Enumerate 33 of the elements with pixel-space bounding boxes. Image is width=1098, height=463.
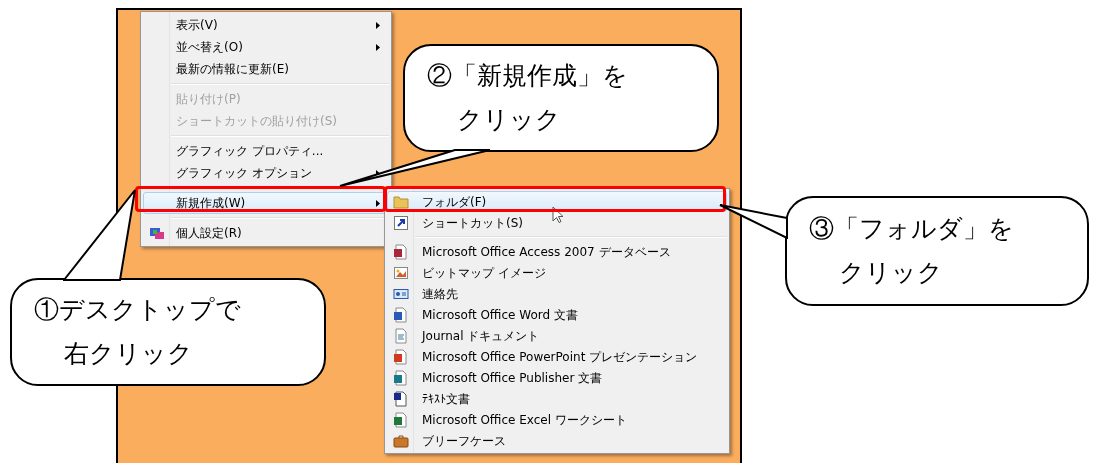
menu-item[interactable]: ﾃｷｽﾄ文書: [387, 388, 727, 409]
menu-item[interactable]: Microsoft Office Excel ワークシート: [387, 409, 727, 430]
callout-text: クリック: [456, 104, 562, 136]
menu-item[interactable]: 最新の情報に更新(E): [143, 58, 389, 80]
menu-item[interactable]: ブリーフケース: [387, 430, 727, 451]
menu-item[interactable]: Microsoft Office PowerPoint プレゼンテーション: [387, 346, 727, 367]
menu-item[interactable]: Microsoft Office Access 2007 データベース: [387, 241, 727, 262]
paint-image-icon: [393, 264, 409, 281]
callout-text: クリック: [838, 257, 944, 289]
spreadsheet-document-icon: [393, 411, 409, 428]
briefcase-icon: [393, 432, 409, 449]
database-document-icon: [393, 243, 409, 260]
menu-item[interactable]: Journal ドキュメント: [387, 325, 727, 346]
callout-text: ②「新規作成」を: [426, 60, 629, 92]
callout-text: ①デスクトップで: [33, 294, 242, 326]
presentation-document-icon: [393, 348, 409, 365]
journal-document-icon: [393, 327, 409, 344]
menu-item[interactable]: ショートカット(S): [387, 212, 727, 233]
word-document-icon: [393, 306, 409, 323]
menu-item[interactable]: 表示(V): [143, 14, 389, 36]
mouse-cursor-icon: [552, 206, 564, 224]
publisher-document-icon: [393, 369, 409, 386]
text-document-icon: [393, 390, 409, 407]
callout-text: ③「フォルダ」を: [808, 213, 1015, 245]
menu-item[interactable]: 連絡先: [387, 283, 727, 304]
menu-item[interactable]: ビットマップ イメージ: [387, 262, 727, 283]
menu-item[interactable]: 並べ替え(O): [143, 36, 389, 58]
menu-item[interactable]: Microsoft Office Word 文書: [387, 304, 727, 325]
callout-text: 右クリック: [63, 338, 194, 370]
display-icon: [149, 225, 165, 241]
menu-item[interactable]: Microsoft Office Publisher 文書: [387, 367, 727, 388]
menu-item[interactable]: 個人設定(R): [143, 222, 389, 244]
menu-item[interactable]: グラフィック プロパティ...: [143, 140, 389, 162]
